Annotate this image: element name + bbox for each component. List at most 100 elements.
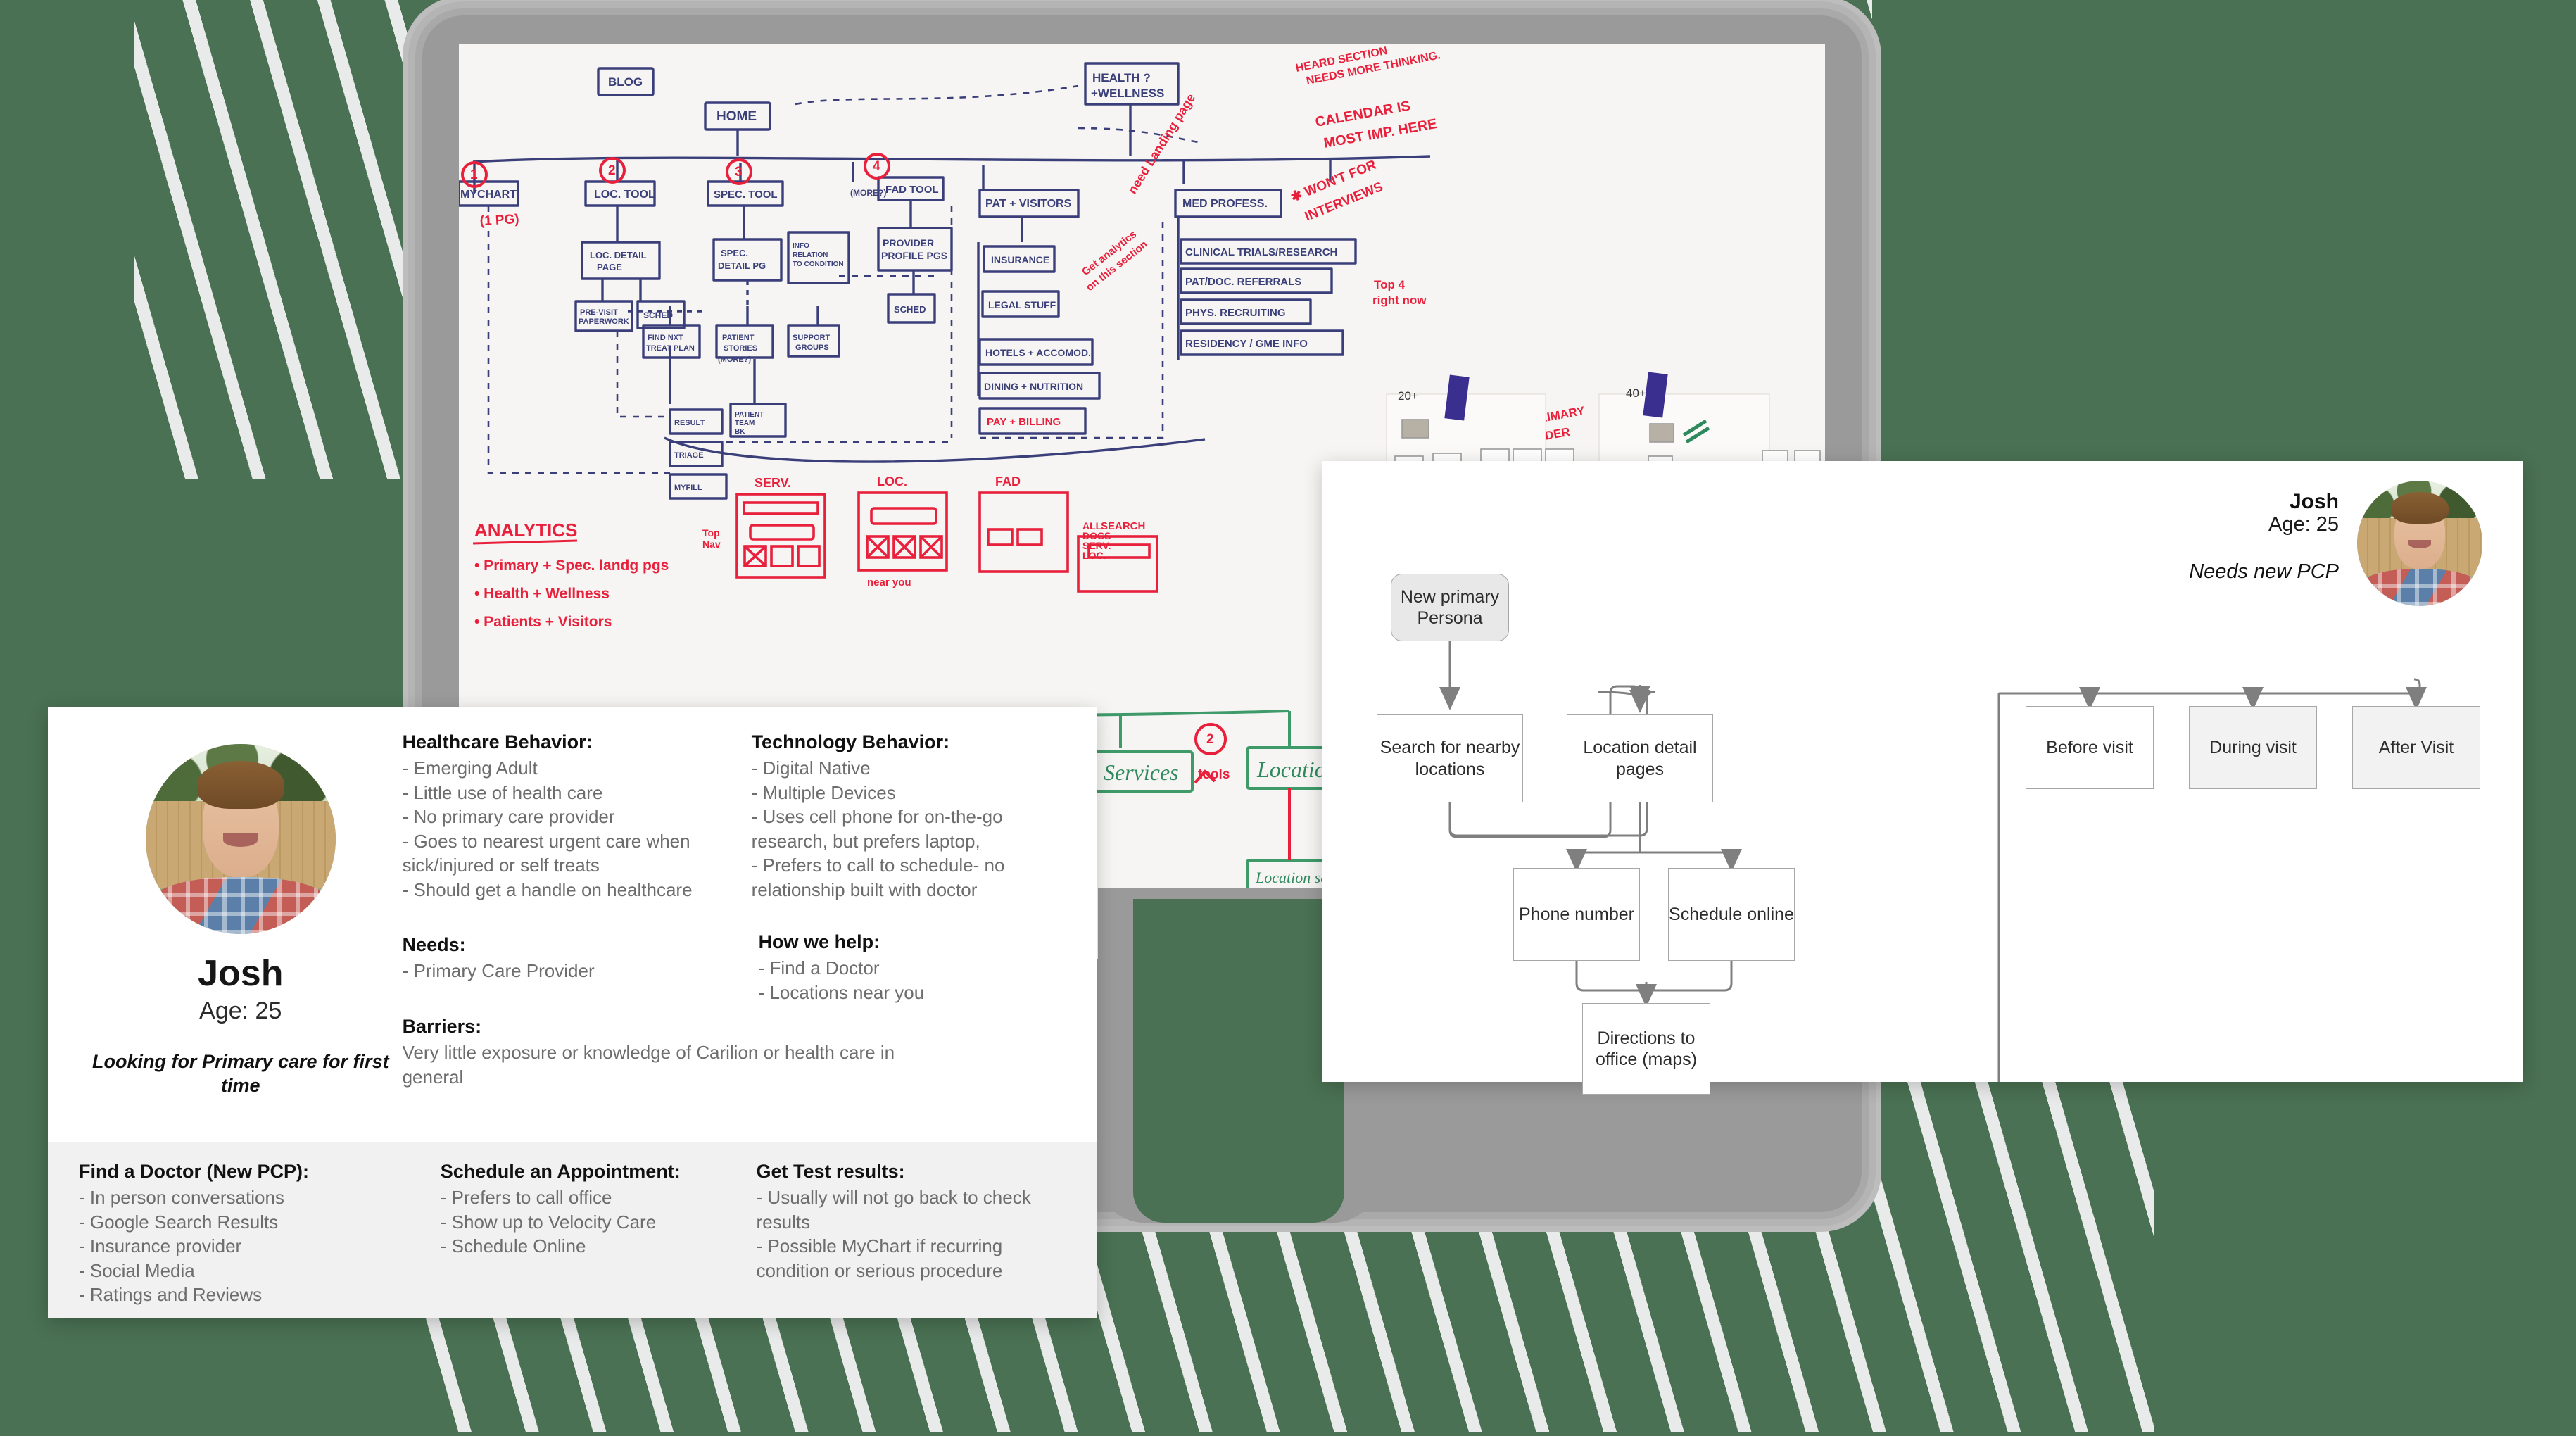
list-item: - Little use of health care	[402, 781, 603, 803]
list-item: - Possible MyChart if recurring conditio…	[756, 1235, 1003, 1281]
list-item: - Usually will not go back to check resu…	[756, 1187, 1031, 1233]
persona-column-technology: Technology Behavior: - Digital Native - …	[752, 731, 1066, 1142]
svg-text:PAPERWORK: PAPERWORK	[579, 317, 629, 326]
svg-text:LOC.: LOC.	[877, 474, 907, 489]
list-item: - Social Media	[79, 1259, 195, 1281]
persona-journey-footer: Find a Doctor (New PCP): - In person con…	[48, 1142, 1097, 1318]
list-item: - Google Search Results	[79, 1211, 279, 1233]
flow-node-new-primary-persona[interactable]: New primary Persona	[1391, 574, 1509, 641]
list-item: - Prefers to call office	[440, 1187, 612, 1208]
svg-text:STORIES: STORIES	[724, 344, 757, 353]
svg-text:TEAM: TEAM	[735, 420, 755, 427]
list-item: - Goes to nearest urgent care when sick/…	[402, 830, 690, 876]
svg-text:4: 4	[873, 159, 880, 174]
svg-text:40+: 40+	[1626, 386, 1646, 400]
flow-node-after-visit[interactable]: After Visit	[2352, 706, 2480, 789]
svg-text:BLOG: BLOG	[608, 75, 643, 89]
flow-node-schedule-online[interactable]: Schedule online	[1668, 868, 1795, 961]
svg-text:MYCHART: MYCHART	[460, 189, 517, 201]
svg-text:FIND NXT: FIND NXT	[648, 334, 683, 342]
svg-text:MED PROFESS.: MED PROFESS.	[1182, 198, 1268, 210]
flow-node-search-nearby-locations[interactable]: Search for nearby locations	[1377, 714, 1523, 802]
svg-text:BK: BK	[735, 428, 745, 436]
footer-heading-schedule-appointment: Schedule an Appointment:	[440, 1161, 681, 1182]
svg-text:GROUPS: GROUPS	[795, 344, 829, 352]
list-item: - Digital Native	[751, 757, 871, 779]
svg-text:INFO: INFO	[793, 242, 809, 250]
svg-text:ANALYTICS: ANALYTICS	[474, 519, 577, 541]
svg-text:RESIDENCY / GME INFO: RESIDENCY / GME INFO	[1185, 338, 1308, 350]
list-item: - Primary Care Provider	[402, 960, 595, 982]
svg-text:• Patients + Visitors: • Patients + Visitors	[474, 614, 612, 630]
svg-text:RESULT: RESULT	[674, 419, 705, 427]
svg-text:LEGAL STUFF: LEGAL STUFF	[988, 299, 1056, 310]
svg-text:HOME: HOME	[716, 109, 757, 124]
list-item: - Prefers to call to schedule- no relati…	[751, 855, 1005, 900]
footer-column-schedule-appointment: Schedule an Appointment: - Prefers to ca…	[441, 1161, 757, 1297]
svg-text:1: 1	[470, 168, 478, 182]
footer-column-get-test-results: Get Test results: - Usually will not go …	[757, 1161, 1066, 1297]
list-item: - Locations near you	[758, 982, 925, 1004]
list-item: - Emerging Adult	[402, 757, 538, 779]
svg-text:PAY + BILLING: PAY + BILLING	[987, 416, 1061, 428]
list-item: - Ratings and Reviews	[79, 1284, 263, 1306]
list-item: - Show up to Velocity Care	[440, 1211, 657, 1233]
list-item: - Should get a handle on healthcare	[402, 878, 693, 900]
svg-text:PATIENT: PATIENT	[735, 411, 764, 419]
section-heading-technology-behavior: Technology Behavior:	[751, 731, 950, 752]
footer-heading-find-a-doctor: Find a Doctor (New PCP):	[79, 1161, 310, 1182]
svg-text:SPEC.: SPEC.	[721, 248, 748, 258]
persona-card: Josh Age: 25 Looking for Primary care fo…	[48, 707, 1097, 1318]
svg-text:3: 3	[735, 165, 743, 180]
persona-card-body: Josh Age: 25 Looking for Primary care fo…	[48, 707, 1097, 1142]
flow-node-directions-to-office[interactable]: Directions to office (maps)	[1582, 1003, 1710, 1095]
list-item: - In person conversations	[79, 1187, 284, 1208]
flow-node-phone-number[interactable]: Phone number	[1513, 868, 1640, 961]
section-heading-barriers: Barriers:	[402, 1016, 482, 1038]
svg-text:Top 4: Top 4	[1374, 278, 1406, 291]
svg-text:PAGE: PAGE	[597, 262, 622, 272]
svg-text:Top: Top	[702, 527, 720, 538]
list-item: - Find a Doctor	[758, 957, 880, 979]
flow-node-location-detail-pages[interactable]: Location detail pages	[1567, 714, 1713, 802]
svg-text:(MORE?): (MORE?)	[850, 188, 886, 198]
svg-text:Services: Services	[1104, 760, 1179, 785]
flow-node-before-visit[interactable]: Before visit	[2026, 706, 2154, 789]
section-heading-how-we-help: How we help:	[758, 931, 880, 953]
svg-text:LOC. DETAIL: LOC. DETAIL	[590, 250, 647, 260]
svg-text:PAT + VISITORS: PAT + VISITORS	[985, 198, 1072, 210]
section-heading-needs: Needs:	[402, 934, 466, 956]
svg-text:PRE-VISIT: PRE-VISIT	[580, 308, 618, 317]
svg-text:INSURANCE: INSURANCE	[991, 254, 1049, 265]
flow-node-during-visit[interactable]: During visit	[2189, 706, 2317, 789]
list-item: - Multiple Devices	[751, 781, 896, 803]
avatar	[145, 744, 336, 934]
svg-text:SEARCH: SEARCH	[1101, 520, 1145, 532]
svg-text:RELATION: RELATION	[793, 251, 828, 259]
svg-text:Nav: Nav	[702, 538, 721, 550]
svg-text:need Landing page: need Landing page	[1125, 91, 1198, 196]
svg-text:tools: tools	[1198, 767, 1230, 782]
svg-text:(1 PG): (1 PG)	[479, 212, 519, 229]
persona-name: Josh	[198, 953, 284, 994]
svg-text:+WELLNESS: +WELLNESS	[1091, 87, 1164, 100]
svg-text:SCHED: SCHED	[894, 304, 926, 315]
background-green-block-topleft	[0, 0, 134, 486]
svg-text:LOC.: LOC.	[1082, 550, 1106, 561]
svg-text:PAT/DOC. REFERRALS: PAT/DOC. REFERRALS	[1185, 276, 1301, 288]
persona-tagline: Looking for Primary care for first time	[91, 1051, 389, 1096]
svg-text:FAD TOOL: FAD TOOL	[885, 184, 939, 196]
svg-text:TREAT PLAN: TREAT PLAN	[646, 344, 695, 353]
persona-identity: Josh Age: 25 Looking for Primary care fo…	[79, 731, 403, 1142]
persona-column-healthcare: Healthcare Behavior: - Emerging Adult - …	[402, 731, 895, 1142]
svg-text:SCHED: SCHED	[643, 310, 673, 320]
svg-text:DINING + NUTRITION: DINING + NUTRITION	[984, 381, 1083, 392]
svg-text:MYFILL: MYFILL	[674, 484, 702, 492]
svg-text:• Primary + Spec. landg pgs: • Primary + Spec. landg pgs	[474, 558, 669, 574]
svg-text:PROFILE PGS: PROFILE PGS	[881, 250, 947, 261]
user-flow-panel: Josh Age: 25 Needs new PCP New primary P…	[1322, 461, 2523, 1095]
svg-text:FAD: FAD	[995, 474, 1021, 489]
svg-text:HEALTH ?: HEALTH ?	[1092, 71, 1151, 84]
svg-text:right now: right now	[1372, 294, 1427, 307]
svg-text:LOC. TOOL: LOC. TOOL	[594, 189, 655, 201]
